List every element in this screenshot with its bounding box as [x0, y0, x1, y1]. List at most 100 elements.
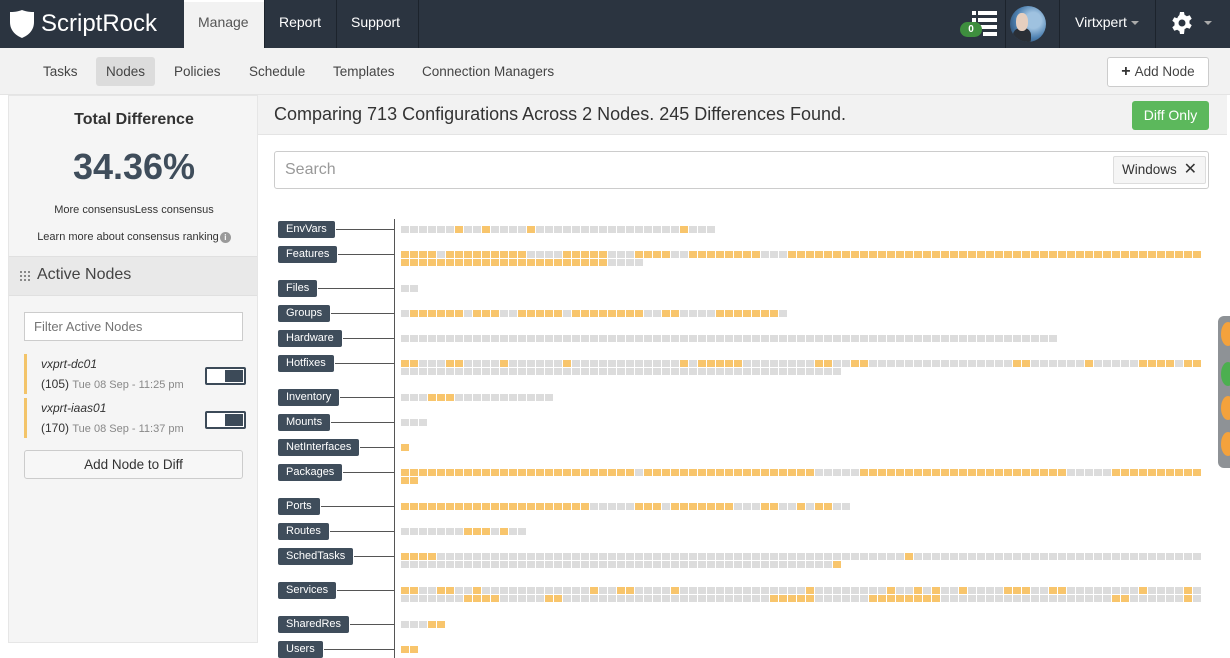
match-cell[interactable]: [428, 360, 436, 367]
match-cell[interactable]: [455, 368, 463, 375]
diff-cell[interactable]: [572, 503, 580, 510]
match-cell[interactable]: [491, 528, 499, 535]
diff-cell[interactable]: [1193, 360, 1201, 367]
diff-cell[interactable]: [896, 595, 904, 602]
match-cell[interactable]: [833, 368, 841, 375]
diff-cell[interactable]: [1067, 251, 1075, 258]
match-cell[interactable]: [419, 561, 427, 568]
match-cell[interactable]: [1157, 587, 1165, 594]
match-cell[interactable]: [536, 360, 544, 367]
match-cell[interactable]: [707, 553, 715, 560]
match-cell[interactable]: [581, 226, 589, 233]
match-cell[interactable]: [680, 368, 688, 375]
match-cell[interactable]: [455, 528, 463, 535]
diff-cell[interactable]: [545, 503, 553, 510]
match-cell[interactable]: [518, 595, 526, 602]
diff-cell[interactable]: [455, 469, 463, 476]
match-cell[interactable]: [833, 335, 841, 342]
match-cell[interactable]: [698, 310, 706, 317]
diff-cell[interactable]: [1166, 251, 1174, 258]
widget-icon[interactable]: [1221, 396, 1230, 420]
match-cell[interactable]: [401, 621, 409, 628]
category-label[interactable]: Inventory: [278, 389, 340, 406]
diff-cell[interactable]: [671, 587, 679, 594]
match-cell[interactable]: [1139, 553, 1147, 560]
diff-cell[interactable]: [491, 310, 499, 317]
match-cell[interactable]: [1094, 553, 1102, 560]
match-cell[interactable]: [617, 259, 625, 266]
diff-cell[interactable]: [995, 251, 1003, 258]
match-cell[interactable]: [410, 335, 418, 342]
match-cell[interactable]: [779, 368, 787, 375]
match-cell[interactable]: [653, 368, 661, 375]
match-cell[interactable]: [788, 561, 796, 568]
match-cell[interactable]: [500, 394, 508, 401]
match-cell[interactable]: [824, 553, 832, 560]
match-cell[interactable]: [986, 587, 994, 594]
match-cell[interactable]: [419, 394, 427, 401]
match-cell[interactable]: [590, 226, 598, 233]
diff-cell[interactable]: [878, 469, 886, 476]
match-cell[interactable]: [995, 335, 1003, 342]
match-cell[interactable]: [509, 561, 517, 568]
match-cell[interactable]: [977, 335, 985, 342]
match-cell[interactable]: [626, 251, 634, 258]
match-cell[interactable]: [815, 335, 823, 342]
match-cell[interactable]: [932, 335, 940, 342]
diff-cell[interactable]: [563, 251, 571, 258]
match-cell[interactable]: [419, 368, 427, 375]
match-cell[interactable]: [923, 360, 931, 367]
match-cell[interactable]: [752, 503, 760, 510]
diff-cell[interactable]: [437, 503, 445, 510]
diff-cell[interactable]: [428, 503, 436, 510]
diff-cell[interactable]: [428, 621, 436, 628]
match-cell[interactable]: [680, 335, 688, 342]
diff-cell[interactable]: [833, 251, 841, 258]
match-cell[interactable]: [653, 226, 661, 233]
diff-cell[interactable]: [1013, 469, 1021, 476]
diff-cell[interactable]: [1184, 469, 1192, 476]
match-cell[interactable]: [446, 528, 454, 535]
match-cell[interactable]: [536, 561, 544, 568]
match-cell[interactable]: [1076, 595, 1084, 602]
match-cell[interactable]: [437, 528, 445, 535]
diff-cell[interactable]: [428, 310, 436, 317]
match-cell[interactable]: [536, 595, 544, 602]
match-cell[interactable]: [905, 335, 913, 342]
diff-cell[interactable]: [1148, 360, 1156, 367]
diff-cell[interactable]: [545, 310, 553, 317]
match-cell[interactable]: [599, 335, 607, 342]
match-cell[interactable]: [743, 360, 751, 367]
diff-cell[interactable]: [473, 587, 481, 594]
match-cell[interactable]: [410, 595, 418, 602]
match-cell[interactable]: [437, 368, 445, 375]
category-label[interactable]: Ports: [278, 498, 320, 515]
match-cell[interactable]: [644, 310, 652, 317]
diff-cell[interactable]: [905, 251, 913, 258]
match-cell[interactable]: [914, 335, 922, 342]
diff-cell[interactable]: [905, 469, 913, 476]
match-cell[interactable]: [824, 561, 832, 568]
match-cell[interactable]: [563, 587, 571, 594]
match-cell[interactable]: [626, 226, 634, 233]
diff-cell[interactable]: [518, 259, 526, 266]
match-cell[interactable]: [410, 621, 418, 628]
diff-cell[interactable]: [599, 251, 607, 258]
diff-cell[interactable]: [806, 469, 814, 476]
match-cell[interactable]: [1148, 553, 1156, 560]
match-cell[interactable]: [689, 310, 697, 317]
match-cell[interactable]: [1094, 469, 1102, 476]
match-cell[interactable]: [626, 561, 634, 568]
match-cell[interactable]: [725, 335, 733, 342]
match-cell[interactable]: [1049, 335, 1057, 342]
match-cell[interactable]: [635, 595, 643, 602]
match-cell[interactable]: [545, 368, 553, 375]
match-cell[interactable]: [707, 226, 715, 233]
diff-cell[interactable]: [1049, 469, 1057, 476]
diff-cell[interactable]: [1184, 595, 1192, 602]
match-cell[interactable]: [608, 587, 616, 594]
match-cell[interactable]: [1130, 553, 1138, 560]
match-cell[interactable]: [824, 335, 832, 342]
diff-cell[interactable]: [743, 251, 751, 258]
match-cell[interactable]: [401, 226, 409, 233]
